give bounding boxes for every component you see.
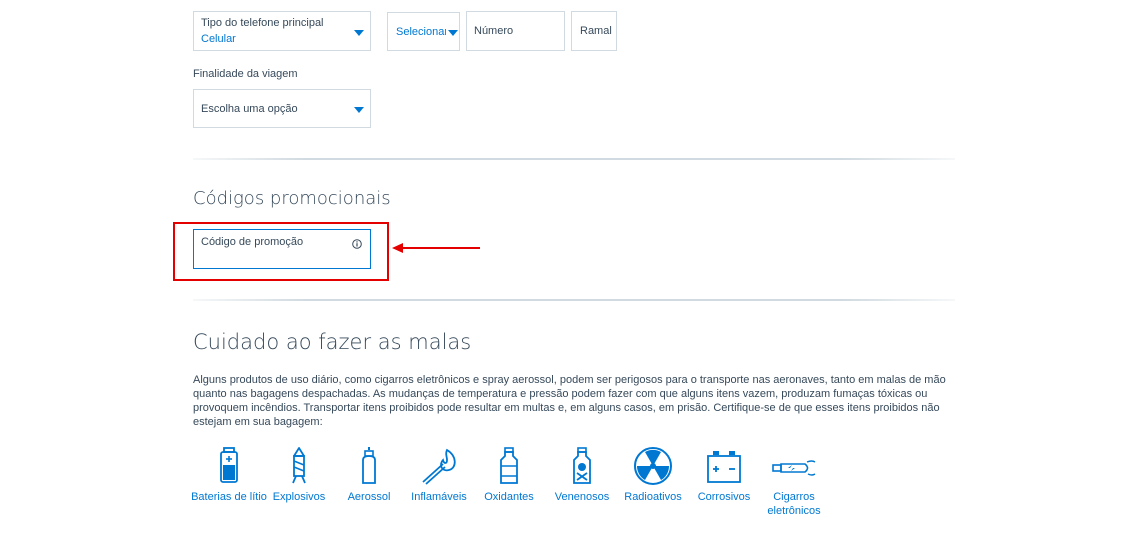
hazard-item-aerosol[interactable]: Aerossol xyxy=(331,446,407,504)
firework-icon xyxy=(292,447,306,484)
hazard-label: Oxidantes xyxy=(484,491,534,503)
hazard-item-lithium-batteries[interactable]: Baterias de lítio xyxy=(191,446,267,504)
promo-section-title: Códigos promocionais xyxy=(193,188,391,209)
chevron-down-icon xyxy=(354,30,364,36)
hazard-item-flammables[interactable]: Inflamáveis xyxy=(401,446,477,504)
hazard-label: Cigarros eletrônicos xyxy=(767,491,821,517)
poison-bottle-icon xyxy=(573,447,591,484)
hazard-label: Corrosivos xyxy=(697,491,751,503)
radiation-icon xyxy=(634,447,672,485)
hazard-label: Baterias de lítio xyxy=(191,491,267,503)
country-code-select[interactable]: Selecionar xyxy=(387,12,460,51)
hazard-label: Explosivos xyxy=(272,491,326,503)
country-code-value: Selecionar xyxy=(396,26,446,38)
phone-type-value: Celular xyxy=(201,33,236,45)
hazard-label: Aerossol xyxy=(347,491,391,503)
arrow-left-icon xyxy=(392,243,480,253)
phone-number-input[interactable]: Número xyxy=(466,11,565,51)
phone-extension-input[interactable]: Ramal xyxy=(571,11,617,51)
section-divider xyxy=(193,158,955,160)
bottle-icon xyxy=(500,447,518,484)
hazard-item-poisons[interactable]: Venenosos xyxy=(544,446,620,504)
hazard-label: Venenosos xyxy=(554,491,610,503)
hazard-item-oxidizers[interactable]: Oxidantes xyxy=(471,446,547,504)
hazard-item-explosives[interactable]: Explosivos xyxy=(261,446,337,504)
packing-description: Alguns produtos de uso diário, como ciga… xyxy=(193,374,946,428)
chevron-down-icon xyxy=(354,107,364,113)
trip-purpose-label: Finalidade da viagem xyxy=(193,68,298,80)
promo-code-label: Código de promoção xyxy=(201,236,304,248)
hazard-label: Radioativos xyxy=(624,491,682,503)
phone-type-label: Tipo do telefone principal xyxy=(201,17,324,29)
car-battery-icon xyxy=(707,451,741,483)
hazard-item-e-cigarettes[interactable]: Cigarros eletrônicos xyxy=(756,446,832,518)
info-icon[interactable] xyxy=(352,236,362,249)
phone-number-placeholder: Número xyxy=(474,25,514,37)
chevron-down-icon xyxy=(448,30,458,36)
phone-extension-placeholder: Ramal xyxy=(580,25,612,37)
promo-code-input[interactable]: Código de promoção xyxy=(193,229,371,269)
e-cigarette-icon xyxy=(772,460,816,476)
trip-purpose-select[interactable]: Escolha uma opção xyxy=(193,89,371,128)
hazard-item-radioactive[interactable]: Radioativos xyxy=(615,446,691,504)
section-divider xyxy=(193,299,955,301)
aerosol-can-icon xyxy=(362,447,376,484)
packing-section-title: Cuidado ao fazer as malas xyxy=(193,330,472,354)
hazard-item-corrosives[interactable]: Corrosivos xyxy=(686,446,762,504)
battery-icon xyxy=(220,447,238,483)
match-flame-icon xyxy=(422,448,456,485)
phone-type-select[interactable]: Tipo do telefone principal Celular xyxy=(193,11,371,51)
trip-purpose-value: Escolha uma opção xyxy=(201,103,298,115)
hazard-label: Inflamáveis xyxy=(411,491,467,503)
